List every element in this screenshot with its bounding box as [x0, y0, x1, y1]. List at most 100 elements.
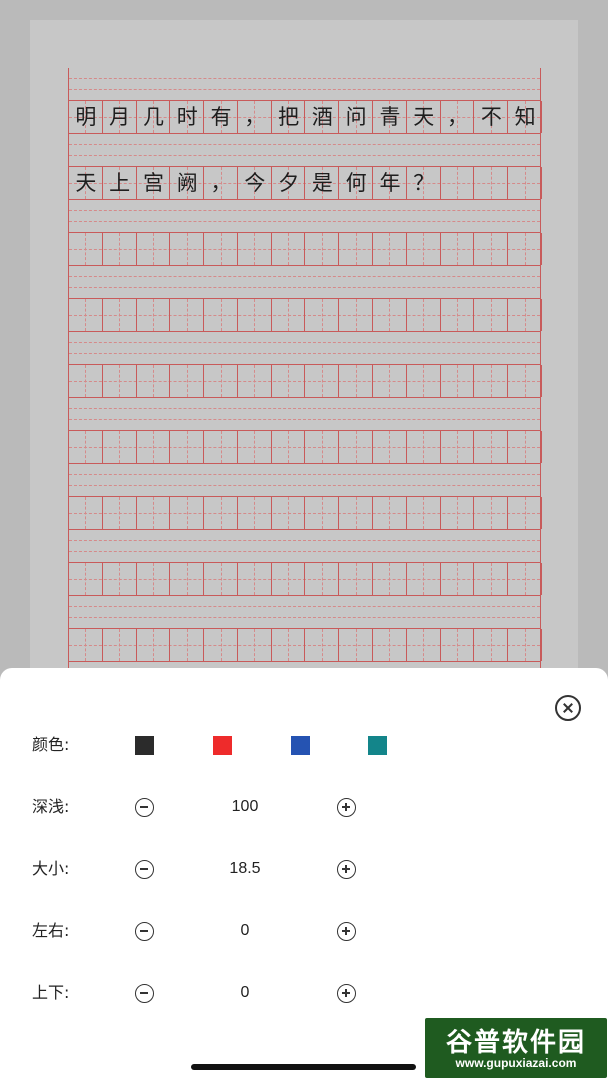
grid-cell	[407, 299, 441, 331]
grid-cell	[508, 497, 542, 529]
grid-cell	[272, 563, 306, 595]
grid-row	[69, 628, 542, 662]
handwritten-char: 问	[345, 105, 367, 129]
grid-row	[69, 364, 542, 398]
grid-cell	[441, 563, 475, 595]
grid-cell: 知	[508, 101, 542, 133]
grid-cell	[137, 365, 171, 397]
grid-cell	[272, 497, 306, 529]
color-swatch-teal[interactable]	[368, 736, 387, 755]
grid-cell: 不	[474, 101, 509, 133]
grid-cell: ，	[204, 167, 238, 199]
depth-minus-icon[interactable]	[135, 798, 154, 817]
grid-cell: ，	[238, 101, 272, 133]
color-swatch-red[interactable]	[213, 736, 232, 755]
handwritten-char: ，	[210, 171, 232, 195]
grid-cell	[137, 299, 171, 331]
close-icon[interactable]	[555, 695, 581, 721]
grid-cell	[137, 431, 171, 463]
grid-cell	[474, 365, 509, 397]
grid-cell	[238, 563, 272, 595]
horizontal-minus-icon[interactable]	[135, 922, 154, 941]
grid-cell	[69, 431, 103, 463]
watermark-title: 谷普软件园	[445, 1028, 586, 1058]
grid-cell	[508, 563, 542, 595]
grid-cell	[373, 365, 407, 397]
grid-cell	[339, 431, 374, 463]
grid-cell	[474, 629, 509, 661]
grid-cell	[238, 431, 272, 463]
grid-cell: 夕	[272, 167, 306, 199]
grid-cell	[170, 497, 205, 529]
grid-cell	[407, 431, 441, 463]
color-label: 颜色:	[32, 735, 70, 754]
grid-cell: 明	[69, 101, 103, 133]
handwritten-char: 宫	[142, 171, 164, 195]
grid-cell	[474, 167, 509, 199]
handwritten-char: 月	[109, 105, 131, 129]
horizontal-value: 0	[240, 922, 250, 939]
grid-cell: 时	[170, 101, 205, 133]
grid-cell	[441, 497, 475, 529]
vertical-plus-icon[interactable]	[337, 984, 356, 1003]
horizontal-plus-icon[interactable]	[337, 922, 356, 941]
size-minus-icon[interactable]	[135, 860, 154, 879]
grid-cell	[474, 233, 509, 265]
size-label: 大小:	[32, 859, 70, 878]
grid-cell	[306, 299, 340, 331]
grid-cell	[339, 629, 374, 661]
grid-cell: 月	[103, 101, 137, 133]
grid-cell: 把	[272, 101, 306, 133]
handwritten-char: 是	[311, 171, 333, 195]
grid-cell	[103, 431, 137, 463]
handwritten-char: 酒	[311, 105, 333, 129]
size-plus-icon[interactable]	[337, 860, 356, 879]
handwritten-char: 夕	[278, 171, 300, 195]
home-indicator[interactable]	[191, 1064, 416, 1070]
grid-cell	[272, 299, 306, 331]
guide-band	[69, 200, 540, 232]
color-swatch-blue[interactable]	[291, 736, 310, 755]
grid-cell: ，	[441, 101, 475, 133]
guide-band	[69, 464, 540, 496]
grid-cell	[441, 233, 475, 265]
handwritten-char: 把	[278, 105, 300, 129]
size-value: 18.5	[229, 860, 261, 877]
depth-plus-icon[interactable]	[337, 798, 356, 817]
grid-cell	[306, 233, 340, 265]
guide-band	[69, 398, 540, 430]
grid-row	[69, 430, 542, 464]
grid-cell	[373, 629, 407, 661]
grid-cell	[339, 497, 374, 529]
handwritten-char: 知	[514, 105, 536, 129]
grid-cell	[306, 497, 340, 529]
grid-cell: 年	[373, 167, 407, 199]
vertical-minus-icon[interactable]	[135, 984, 154, 1003]
grid-cell	[103, 497, 137, 529]
grid-cell	[272, 629, 306, 661]
grid-cell	[103, 233, 137, 265]
guide-band	[69, 266, 540, 298]
grid-cell	[170, 365, 205, 397]
grid-cell	[204, 563, 238, 595]
grid-row	[69, 298, 542, 332]
grid-cell	[407, 365, 441, 397]
grid-cell	[103, 365, 137, 397]
handwritten-char: 青	[379, 105, 401, 129]
grid-cell	[508, 365, 542, 397]
grid-cell	[204, 431, 238, 463]
depth-value: 100	[231, 798, 259, 815]
grid-cell	[272, 365, 306, 397]
tianzige-grid: 明月几时有，把酒问青天，不知天上宫阙，今夕是何年？	[68, 68, 542, 688]
grid-cell	[103, 299, 137, 331]
handwritten-char: 今	[244, 171, 266, 195]
color-swatch-black[interactable]	[135, 736, 154, 755]
grid-cell: 天	[69, 167, 103, 199]
grid-cell	[170, 299, 205, 331]
grid-row: 天上宫阙 ， 今夕是何年 ？	[69, 166, 542, 200]
grid-cell	[441, 431, 475, 463]
grid-cell	[306, 563, 340, 595]
watermark-logo: 谷普软件园 www.gupuxiazai.com	[425, 1018, 607, 1078]
grid-cell	[407, 629, 441, 661]
grid-cell	[238, 299, 272, 331]
